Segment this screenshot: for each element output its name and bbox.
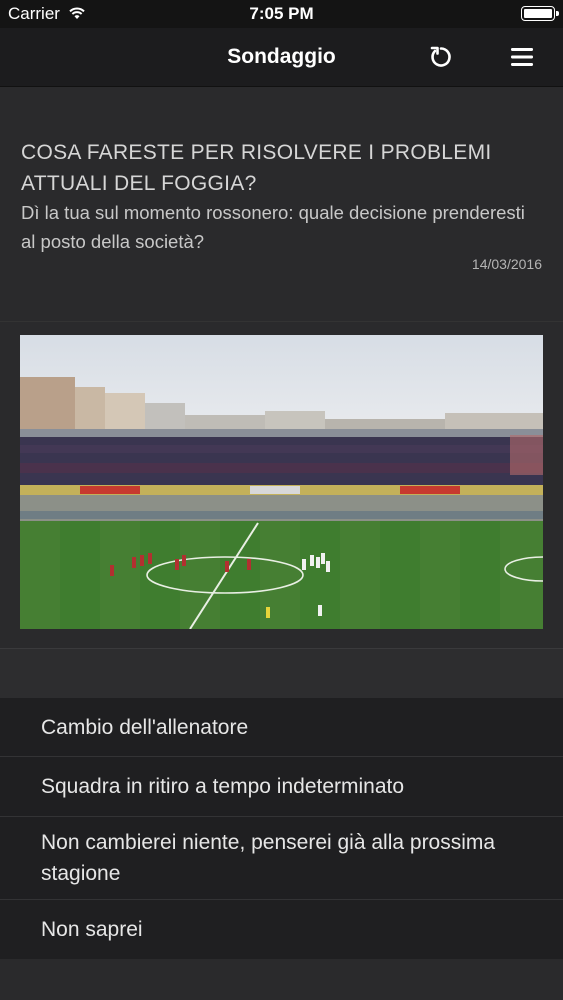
poll-header: COSA FARESTE PER RISOLVERE I PROBLEMI AT… [0,87,563,321]
poll-question-subtitle: Dì la tua sul momento rossonero: quale d… [21,202,525,252]
poll-option-ritiro[interactable]: Squadra in ritiro a tempo indeterminato [0,757,563,817]
status-bar: Carrier 7:05 PM [0,0,563,28]
poll-date: 14/03/2016 [471,256,542,272]
poll-options-list: Cambio dell'allenatore Squadra in ritiro… [0,698,563,959]
poll-question-title: COSA FARESTE PER RISOLVERE I PROBLEMI AT… [21,141,492,195]
refresh-icon[interactable] [428,44,454,70]
poll-option-non-saprei[interactable]: Non saprei [0,900,563,959]
poll-option-non-cambierei[interactable]: Non cambierei niente, penserei già alla … [0,817,563,900]
poll-option-label: Squadra in ritiro a tempo indeterminato [41,775,405,798]
poll-option-label: Non cambierei niente, penserei già alla … [41,831,496,885]
battery-icon [521,6,559,21]
clock: 7:05 PM [249,4,314,23]
divider [0,321,563,322]
poll-option-label: Cambio dell'allenatore [41,715,249,739]
poll-option-cambio-allenatore[interactable]: Cambio dell'allenatore [0,698,563,757]
poll-image [20,335,543,629]
page-title: Sondaggio [227,45,336,68]
section-separator [0,648,563,699]
nav-bar: Sondaggio [0,28,563,87]
hamburger-menu-icon[interactable] [509,45,535,69]
poll-option-label: Non saprei [41,918,143,941]
